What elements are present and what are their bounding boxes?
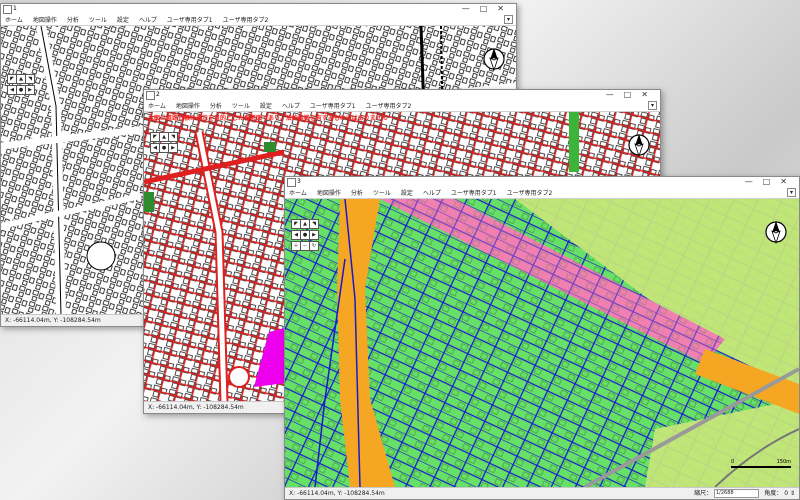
pan-upright-icon[interactable]: ◥ [25,74,35,84]
menu-map-operation[interactable]: 地図操作 [176,101,200,110]
menu-analysis[interactable]: 分析 [351,188,363,197]
app-icon [3,5,12,14]
menu-collapse-icon[interactable]: ▾ [648,101,657,110]
rotate-icon[interactable]: ↻ [309,241,319,251]
menu-help[interactable]: ヘルプ [282,101,300,110]
navigation-arrows-1[interactable]: ◤ ▲ ◥ ◀ ● ▶ [7,74,35,95]
window-3-menubar: ホーム 地図操作 分析 ツール 設定 ヘルプ ユーザ専用タブ1 ユーザ専用タブ2… [285,187,799,199]
minimize-button[interactable]: — [745,177,763,186]
angle-stepper-icon[interactable]: ⇕ [790,490,795,497]
angle-value[interactable]: 0 [784,490,788,497]
maximize-button[interactable]: □ [763,177,781,186]
pan-right-icon[interactable]: ▶ [25,85,35,95]
menu-user-tab-2[interactable]: ユーザ専用タブ2 [366,101,412,110]
window-3-title: 3 [297,178,301,185]
compass-icon [628,134,650,158]
pan-upright-icon[interactable]: ◥ [168,132,178,142]
menu-user-tab-1[interactable]: ユーザ専用タブ1 [451,188,497,197]
window-2-titlebar[interactable]: 2 —□✕ [144,90,660,100]
zoom-control: 縮尺： 1/2688 [694,488,759,499]
menu-user-tab-2[interactable]: ユーザ専用タブ2 [223,15,269,24]
navigation-arrows-2[interactable]: ◤ ▲ ◥ ◀ ● ▶ [150,132,178,153]
close-button[interactable]: ✕ [641,90,658,99]
minimize-button[interactable]: — [606,90,624,99]
window-2-controls[interactable]: —□✕ [606,90,658,100]
close-button[interactable]: ✕ [497,4,514,13]
menu-analysis[interactable]: 分析 [67,15,79,24]
menu-collapse-icon[interactable]: ▾ [787,188,796,197]
map-scale-bar: 0 150m [731,459,791,469]
menu-user-tab-2[interactable]: ユーザ専用タブ2 [507,188,553,197]
pan-right-icon[interactable]: ▶ [309,230,319,240]
menu-map-operation[interactable]: 地図操作 [317,188,341,197]
window-1-titlebar[interactable]: 1 —□✕ [1,4,516,14]
compass-icon [483,48,505,72]
menu-tools[interactable]: ツール [373,188,391,197]
menu-map-operation[interactable]: 地図操作 [33,15,57,24]
compass-icon [765,221,787,245]
angle-label: 角度： [764,490,783,497]
scale-start-label: 0 [731,459,735,465]
menu-tools[interactable]: ツール [232,101,250,110]
navigation-arrows-3[interactable]: ◤ ▲ ◥ ◀ ● ▶ ＋－ ↻ [291,219,319,251]
menu-user-tab-1[interactable]: ユーザ専用タブ1 [167,15,213,24]
maximize-button[interactable]: □ [624,90,642,99]
scale-bar-line [731,466,791,468]
zoning-map-drawing [285,199,799,487]
app-icon [146,91,155,100]
menu-settings[interactable]: 設定 [260,101,272,110]
menu-home[interactable]: ホーム [5,15,23,24]
disclaimer-notice: 本図は道路台帳の表示を目的とした参考図であり、法的根拠を有するものではありません [148,115,388,122]
menu-home[interactable]: ホーム [289,188,307,197]
window-3-titlebar[interactable]: 3 —□✕ [285,177,799,187]
menu-user-tab-1[interactable]: ユーザ専用タブ1 [310,101,356,110]
menu-settings[interactable]: 設定 [117,15,129,24]
window-1-menubar: ホーム 地図操作 分析 ツール 設定 ヘルプ ユーザ専用タブ1 ユーザ専用タブ2… [1,14,516,26]
scale-end-label: 150m [776,459,791,465]
menu-help[interactable]: ヘルプ [139,15,157,24]
close-button[interactable]: ✕ [780,177,797,186]
status-bar-3: X: -66114.04m, Y: -108284.54m 縮尺： 1/2688… [285,487,799,499]
menu-settings[interactable]: 設定 [401,188,413,197]
zoom-select[interactable]: 1/2688 [714,489,759,498]
menu-analysis[interactable]: 分析 [210,101,222,110]
window-3-controls[interactable]: —□✕ [745,177,797,187]
pan-upright-icon[interactable]: ◥ [309,219,319,229]
menu-collapse-icon[interactable]: ▾ [504,15,513,24]
app-icon [287,178,296,187]
window-2-title: 2 [156,91,160,98]
map-window-3[interactable]: 3 —□✕ ホーム 地図操作 分析 ツール 設定 ヘルプ ユーザ専用タブ1 ユー… [284,176,800,500]
menu-help[interactable]: ヘルプ [423,188,441,197]
menu-tools[interactable]: ツール [89,15,107,24]
menu-home[interactable]: ホーム [148,101,166,110]
window-2-menubar: ホーム 地図操作 分析 ツール 設定 ヘルプ ユーザ専用タブ1 ユーザ専用タブ2… [144,100,660,112]
window-1-title: 1 [13,5,17,12]
map-canvas-3[interactable]: ◤ ▲ ◥ ◀ ● ▶ ＋－ ↻ 0 150m [285,199,799,487]
zoom-label: 縮尺： [694,490,713,497]
angle-control: 角度： 0 ⇕ [764,488,795,499]
minimize-button[interactable]: — [462,4,480,13]
status-coordinates-3: X: -66114.04m, Y: -108284.54m [289,490,385,497]
maximize-button[interactable]: □ [480,4,498,13]
pan-right-icon[interactable]: ▶ [168,143,178,153]
window-1-controls[interactable]: —□✕ [462,4,514,14]
